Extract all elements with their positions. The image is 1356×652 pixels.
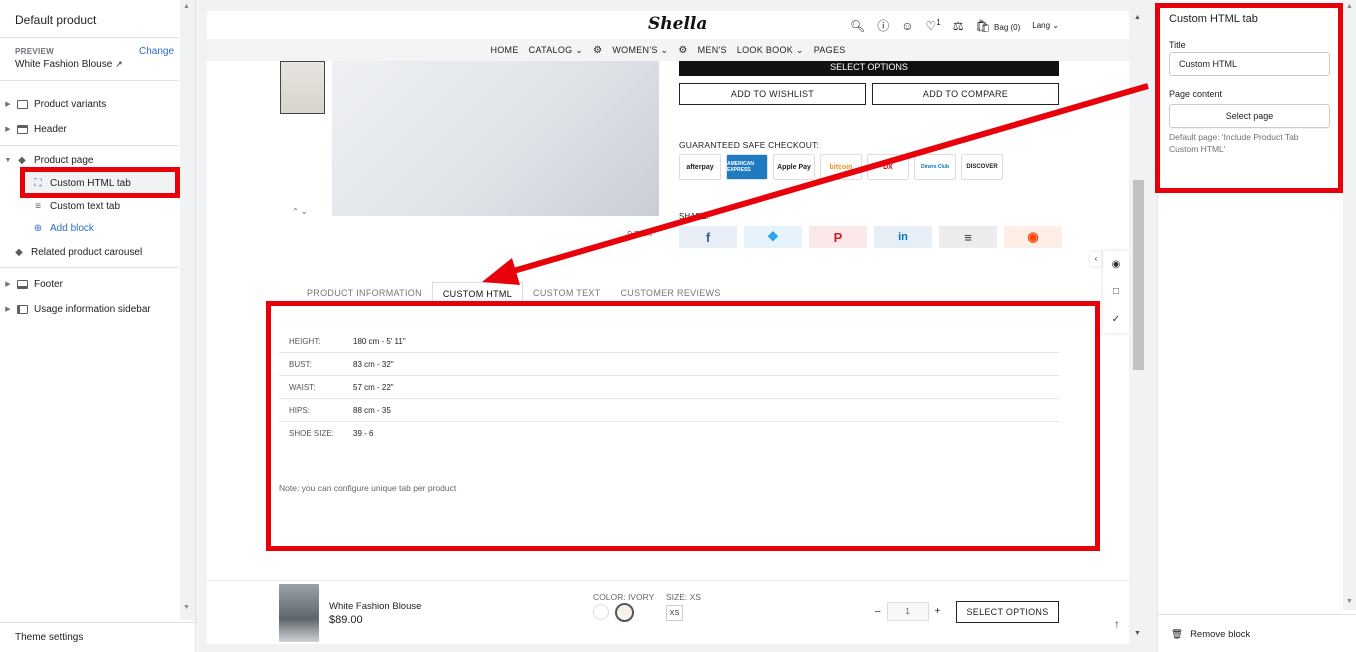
annotation-arrow (482, 83, 1149, 285)
